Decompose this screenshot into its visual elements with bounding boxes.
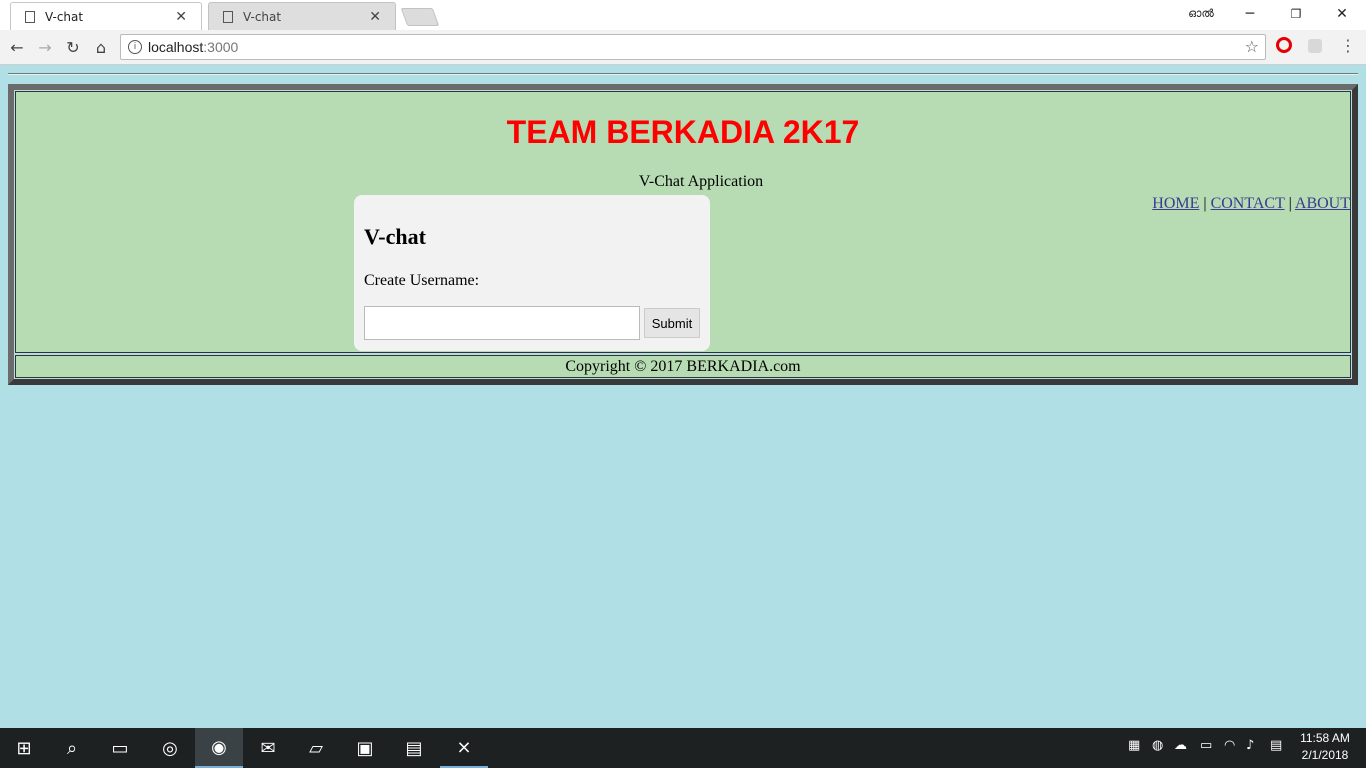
vscode-icon[interactable]: ⨯: [440, 728, 488, 768]
url-port: :3000: [203, 39, 239, 55]
task-view-icon[interactable]: ▭: [96, 728, 144, 768]
home-icon[interactable]: ⌂: [90, 36, 112, 58]
thunderbird-icon[interactable]: ✉: [244, 728, 292, 768]
address-bar[interactable]: i localhost:3000 ☆: [120, 34, 1266, 60]
notes-app-icon[interactable]: ▱: [292, 728, 340, 768]
nav-links: HOME | CONTACT | ABOUT: [1152, 195, 1350, 213]
nav-link-home[interactable]: HOME: [1152, 195, 1199, 212]
username-label: Create Username:: [364, 272, 480, 289]
file-explorer-icon[interactable]: ▤: [390, 728, 438, 768]
horizontal-rule: [8, 73, 1358, 75]
restore-button[interactable]: ❐: [1274, 0, 1318, 28]
url-text: localhost:3000: [148, 39, 238, 55]
nav-separator: |: [1288, 195, 1292, 212]
info-icon[interactable]: i: [128, 40, 142, 54]
submit-button[interactable]: Submit: [644, 308, 700, 338]
opera-extension-icon[interactable]: [1276, 37, 1292, 53]
page-title: TEAM BERKADIA 2K17: [506, 114, 860, 150]
tab-strip: V-chat ✕ V-chat ✕ ഓൽ ─ ❐ ✕: [0, 0, 1366, 30]
utorrent-icon[interactable]: ◍: [1152, 738, 1163, 753]
extension-icon[interactable]: [1308, 39, 1322, 53]
notifications-icon[interactable]: ▤: [1270, 738, 1282, 753]
page-table: TEAM BERKADIA 2K17 V-Chat Application V-…: [8, 84, 1358, 385]
bookmark-star-icon[interactable]: ☆: [1245, 37, 1259, 56]
battery-icon[interactable]: ▭: [1200, 738, 1212, 753]
clock-date: 2/1/2018: [1301, 748, 1349, 762]
minimize-button[interactable]: ─: [1228, 0, 1272, 28]
start-windows-icon[interactable]: ⊞: [0, 728, 48, 768]
search-icon[interactable]: ⌕: [48, 728, 96, 768]
document-icon: [223, 10, 233, 23]
profile-button[interactable]: ഓൽ: [1186, 0, 1216, 28]
wifi-icon[interactable]: ◠: [1224, 738, 1235, 753]
media-app-icon[interactable]: ◎: [146, 728, 194, 768]
tray-app-icon[interactable]: ▦: [1128, 738, 1140, 753]
tab-label: V-chat: [45, 9, 84, 24]
close-tab-icon[interactable]: ✕: [369, 9, 381, 25]
page-subtitle: V-Chat Application: [638, 173, 764, 190]
tab-label: V-chat: [243, 9, 282, 24]
volume-icon[interactable]: ♪: [1246, 738, 1254, 753]
clock-time: 11:58 AM: [1300, 731, 1350, 745]
tab-vchat-2[interactable]: V-chat ✕: [208, 2, 396, 30]
card-heading: V-chat: [364, 224, 426, 249]
forward-arrow-icon[interactable]: →: [34, 36, 56, 58]
back-arrow-icon[interactable]: ←: [6, 36, 28, 58]
close-tab-icon[interactable]: ✕: [175, 9, 187, 25]
nav-link-about[interactable]: ABOUT: [1295, 195, 1350, 212]
footer-cell: Copyright © 2017 BERKADIA.com: [15, 355, 1351, 378]
close-window-button[interactable]: ✕: [1320, 0, 1364, 28]
terminal-icon[interactable]: ▣: [341, 728, 389, 768]
taskbar-clock[interactable]: 11:58 AM 2/1/2018: [1296, 730, 1354, 764]
new-tab-button[interactable]: [400, 8, 440, 26]
document-icon: [25, 10, 35, 23]
chrome-taskbar-icon[interactable]: ◉: [195, 728, 243, 768]
onedrive-icon[interactable]: ☁: [1174, 738, 1187, 753]
header-cell: TEAM BERKADIA 2K17 V-Chat Application V-…: [15, 91, 1351, 353]
login-card: V-chat Create Username: Submit: [354, 195, 710, 351]
reload-icon[interactable]: ↻: [62, 36, 84, 58]
url-host: localhost: [148, 39, 204, 55]
browser-toolbar: ← → ↻ ⌂ i localhost:3000 ☆: [0, 30, 1366, 65]
nav-link-contact[interactable]: CONTACT: [1211, 195, 1285, 212]
nav-separator: |: [1203, 195, 1207, 212]
tab-vchat-1[interactable]: V-chat ✕: [10, 2, 202, 30]
menu-dots-icon[interactable]: ⋮: [1340, 36, 1356, 55]
username-input[interactable]: [364, 306, 640, 340]
